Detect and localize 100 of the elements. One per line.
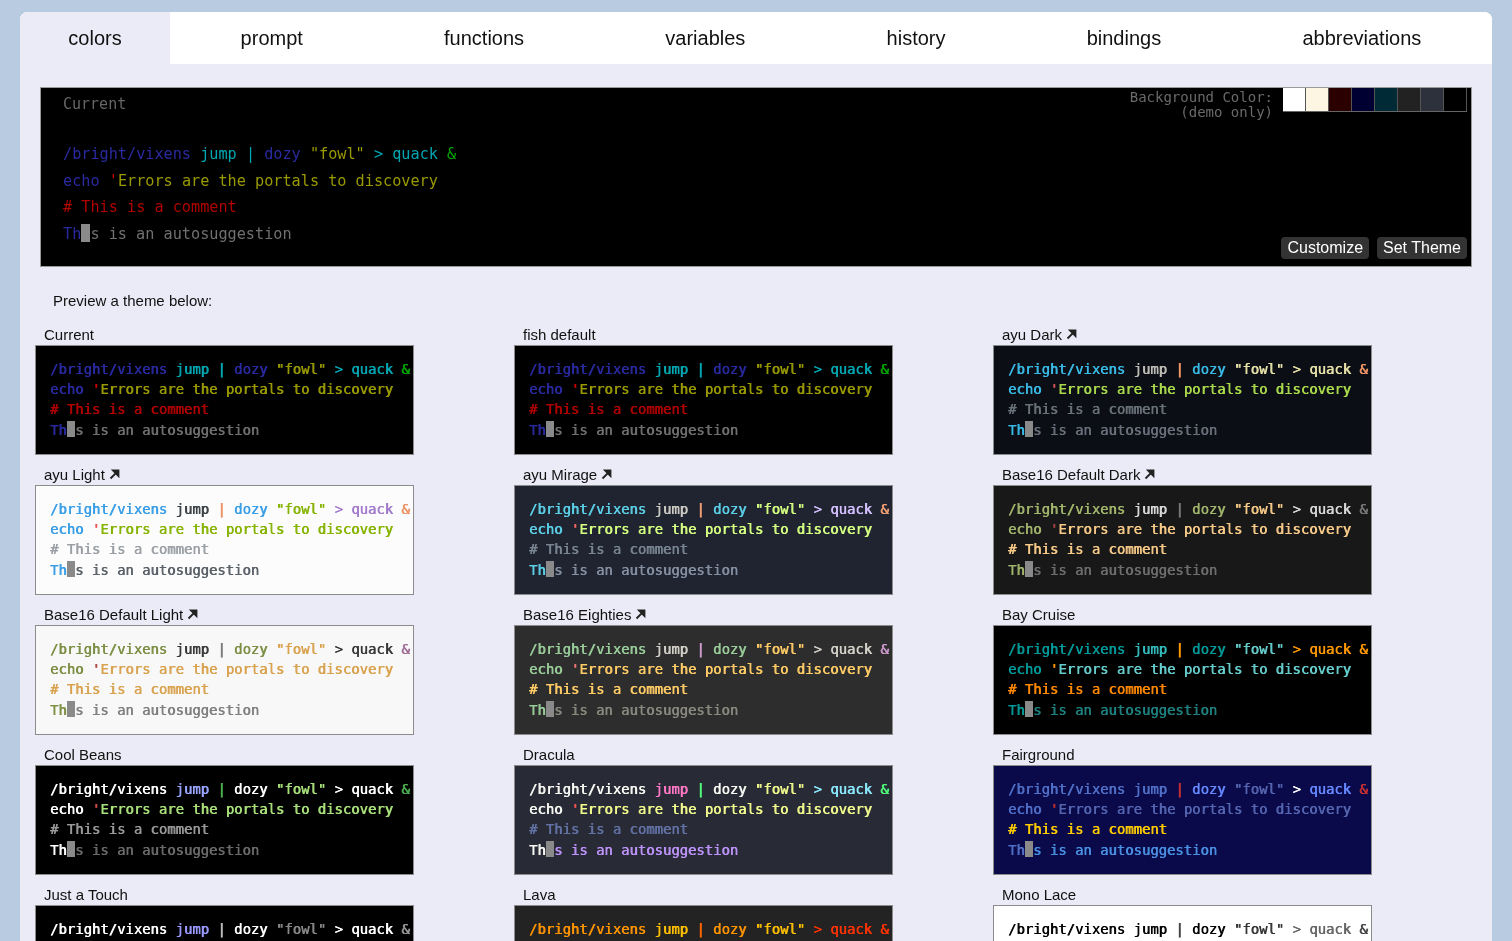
code-line: Th s is an autosuggestion: [1008, 840, 1219, 860]
theme-name: Lava: [523, 885, 556, 903]
code-line: /bright/vixens jump | dozy "fowl" > quack &: [50, 780, 411, 800]
arrow-icon: [601, 468, 613, 480]
theme-name[interactable]: ayu Light: [44, 465, 105, 483]
code-line: /bright/vixens jump | dozy "fowl" > quack &: [1008, 780, 1369, 800]
code-line: Th s is an autosuggestion: [63, 223, 293, 245]
theme-preview[interactable]: /bright/vixens jump | dozy "fowl" > quack & echo 'Errors are the portals to discovery # This is a comment Th s is an autosuggestion: [514, 625, 893, 735]
code-line: /bright/vixens jump | dozy "fowl" > quack &: [529, 500, 890, 520]
code-line: # This is a comment: [50, 820, 210, 840]
arrow-icon: [108, 468, 120, 480]
tab[interactable]: colors: [20, 12, 170, 64]
color-swatch[interactable]: [1329, 88, 1352, 111]
theme-preview[interactable]: /bright/vixens jump | dozy "fowl" > quack &: [35, 905, 414, 941]
code-line: echo 'Errors are the portals to discovery: [529, 660, 873, 680]
code-line: /bright/vixens jump | dozy "fowl" > quack &: [529, 780, 890, 800]
theme-preview[interactable]: /bright/vixens jump | dozy "fowl" > quack & echo 'Errors are the portals to discovery # This is a comment Th s is an autosuggestion: [35, 485, 414, 595]
background-note: (demo only): [1180, 105, 1273, 120]
code-line: echo 'Errors are the portals to discovery: [1008, 800, 1352, 820]
code-line: Th s is an autosuggestion: [50, 420, 261, 440]
code-line: # This is a comment: [529, 820, 689, 840]
theme-name[interactable]: ayu Mirage: [523, 465, 598, 483]
code-line: Th s is an autosuggestion: [50, 840, 261, 860]
theme-preview[interactable]: /bright/vixens jump | dozy "fowl" > quack & echo 'Errors are the portals to discovery # This is a comment Th s is an autosuggestion: [993, 765, 1372, 875]
code-line: # This is a comment: [50, 400, 210, 420]
arrow-icon: [187, 608, 199, 620]
code-line: # This is a comment: [1008, 820, 1168, 840]
color-swatch[interactable]: [1421, 88, 1444, 111]
code-line: /bright/vixens jump | dozy "fowl" > quack &: [529, 640, 890, 660]
color-swatch[interactable]: [1306, 88, 1329, 111]
code-line: Th s is an autosuggestion: [529, 560, 740, 580]
theme-button[interactable]: Set Theme: [1377, 237, 1467, 259]
code-line: # This is a comment: [1008, 680, 1168, 700]
theme-preview[interactable]: /bright/vixens jump | dozy "fowl" > quack & echo 'Errors are the portals to discovery # This is a comment Th s is an autosuggestion: [514, 485, 893, 595]
theme-preview[interactable]: /bright/vixens jump | dozy "fowl" > quack & echo 'Errors are the portals to discovery # This is a comment Th s is an autosuggestion: [35, 765, 414, 875]
color-swatch[interactable]: [1398, 88, 1421, 111]
theme-button[interactable]: Customize: [1281, 237, 1370, 259]
code-line: echo 'Errors are the portals to discovery: [529, 800, 873, 820]
arrow-icon: [635, 608, 647, 620]
code-line: echo 'Errors are the portals to discovery: [50, 660, 394, 680]
color-swatch[interactable]: [1352, 88, 1375, 111]
theme-name: Dracula: [523, 745, 575, 763]
theme-preview[interactable]: /bright/vixens jump | dozy "fowl" > quack &: [514, 905, 893, 941]
code-line: Th s is an autosuggestion: [529, 420, 740, 440]
code-line: Th s is an autosuggestion: [529, 700, 740, 720]
code-line: Th s is an autosuggestion: [1008, 420, 1219, 440]
code-line: # This is a comment: [529, 680, 689, 700]
editor-title: Current: [63, 95, 128, 113]
code-line: /bright/vixens jump | dozy "fowl" > quack &: [1008, 360, 1369, 380]
theme-preview[interactable]: /bright/vixens jump | dozy "fowl" > quack & echo 'Errors are the portals to discovery # This is a comment Th s is an autosuggestion: [35, 625, 414, 735]
theme-name: Cool Beans: [44, 745, 122, 763]
theme-preview[interactable]: /bright/vixens jump | dozy "fowl" > quack & echo 'Errors are the portals to discovery # This is a comment Th s is an autosuggestion: [993, 485, 1372, 595]
theme-preview[interactable]: /bright/vixens jump | dozy "fowl" > quack & echo 'Errors are the portals to discovery # This is a comment Th s is an autosuggestion: [993, 625, 1372, 735]
code-line: # This is a comment: [529, 540, 689, 560]
theme-preview[interactable]: /bright/vixens jump | dozy "fowl" > quack & echo 'Errors are the portals to discovery # This is a comment Th s is an autosuggestion: [993, 345, 1372, 455]
code-line: Th s is an autosuggestion: [50, 700, 261, 720]
theme-name[interactable]: ayu Dark: [1002, 325, 1063, 343]
code-line: # This is a comment: [63, 197, 238, 218]
theme-name[interactable]: Base16 Eighties: [523, 605, 632, 623]
theme-name: fish default: [523, 325, 596, 343]
code-line: echo 'Errors are the portals to discovery: [50, 380, 394, 400]
theme-name: Bay Cruise: [1002, 605, 1076, 623]
code-line: echo 'Errors are the portals to discovery: [63, 170, 439, 192]
arrow-icon: [1066, 328, 1078, 340]
code-line: echo 'Errors are the portals to discovery: [529, 520, 873, 540]
color-swatch[interactable]: [1375, 88, 1398, 111]
code-line: echo 'Errors are the portals to discovery: [529, 380, 873, 400]
theme-name[interactable]: Base16 Default Light: [44, 605, 184, 623]
code-line: # This is a comment: [529, 400, 689, 420]
code-line: /bright/vixens jump | dozy "fowl" > quack &: [50, 920, 411, 940]
theme-preview[interactable]: /bright/vixens jump | dozy "fowl" > quack &: [993, 905, 1372, 941]
code-line: /bright/vixens jump | dozy "fowl" > quack &: [1008, 640, 1369, 660]
theme-name: Current: [44, 325, 95, 343]
theme-preview[interactable]: /bright/vixens jump | dozy "fowl" > quack & echo 'Errors are the portals to discovery # This is a comment Th s is an autosuggestion: [35, 345, 414, 455]
code-line: echo 'Errors are the portals to discovery: [50, 520, 394, 540]
theme-preview[interactable]: /bright/vixens jump | dozy "fowl" > quack & echo 'Errors are the portals to discovery # This is a comment Th s is an autosuggestion: [514, 345, 893, 455]
code-line: echo 'Errors are the portals to discovery: [1008, 660, 1352, 680]
theme-name[interactable]: Base16 Default Dark: [1002, 465, 1141, 483]
code-line: /bright/vixens jump | dozy "fowl" > quack &: [50, 640, 411, 660]
theme-name: Mono Lace: [1002, 885, 1077, 903]
code-line: echo 'Errors are the portals to discovery: [1008, 380, 1352, 400]
theme-name: Just a Touch: [44, 885, 128, 903]
color-swatch[interactable]: [1283, 88, 1306, 111]
theme-name: Fairground: [1002, 745, 1075, 763]
code-line: /bright/vixens jump | dozy "fowl" > quack &: [1008, 920, 1369, 940]
background-label: Background Color:: [1129, 90, 1273, 105]
code-line: # This is a comment: [50, 540, 210, 560]
code-line: /bright/vixens jump | dozy "fowl" > quack &: [50, 360, 411, 380]
code-line: # This is a comment: [50, 680, 210, 700]
code-line: echo 'Errors are the portals to discovery: [1008, 520, 1352, 540]
code-line: /bright/vixens jump | dozy "fowl" > quack &: [1008, 500, 1369, 520]
theme-preview[interactable]: /bright/vixens jump | dozy "fowl" > quack & echo 'Errors are the portals to discovery # This is a comment Th s is an autosuggestion: [514, 765, 893, 875]
code-line: /bright/vixens jump | dozy "fowl" > quack &: [529, 360, 890, 380]
code-line: # This is a comment: [1008, 540, 1168, 560]
code-line: # This is a comment: [1008, 400, 1168, 420]
code-line: /bright/vixens jump | dozy "fowl" > quack &: [63, 144, 457, 165]
code-line: Th s is an autosuggestion: [50, 560, 261, 580]
code-line: echo 'Errors are the portals to discovery: [50, 800, 394, 820]
code-line: Th s is an autosuggestion: [529, 840, 740, 860]
code-line: Th s is an autosuggestion: [1008, 700, 1219, 720]
